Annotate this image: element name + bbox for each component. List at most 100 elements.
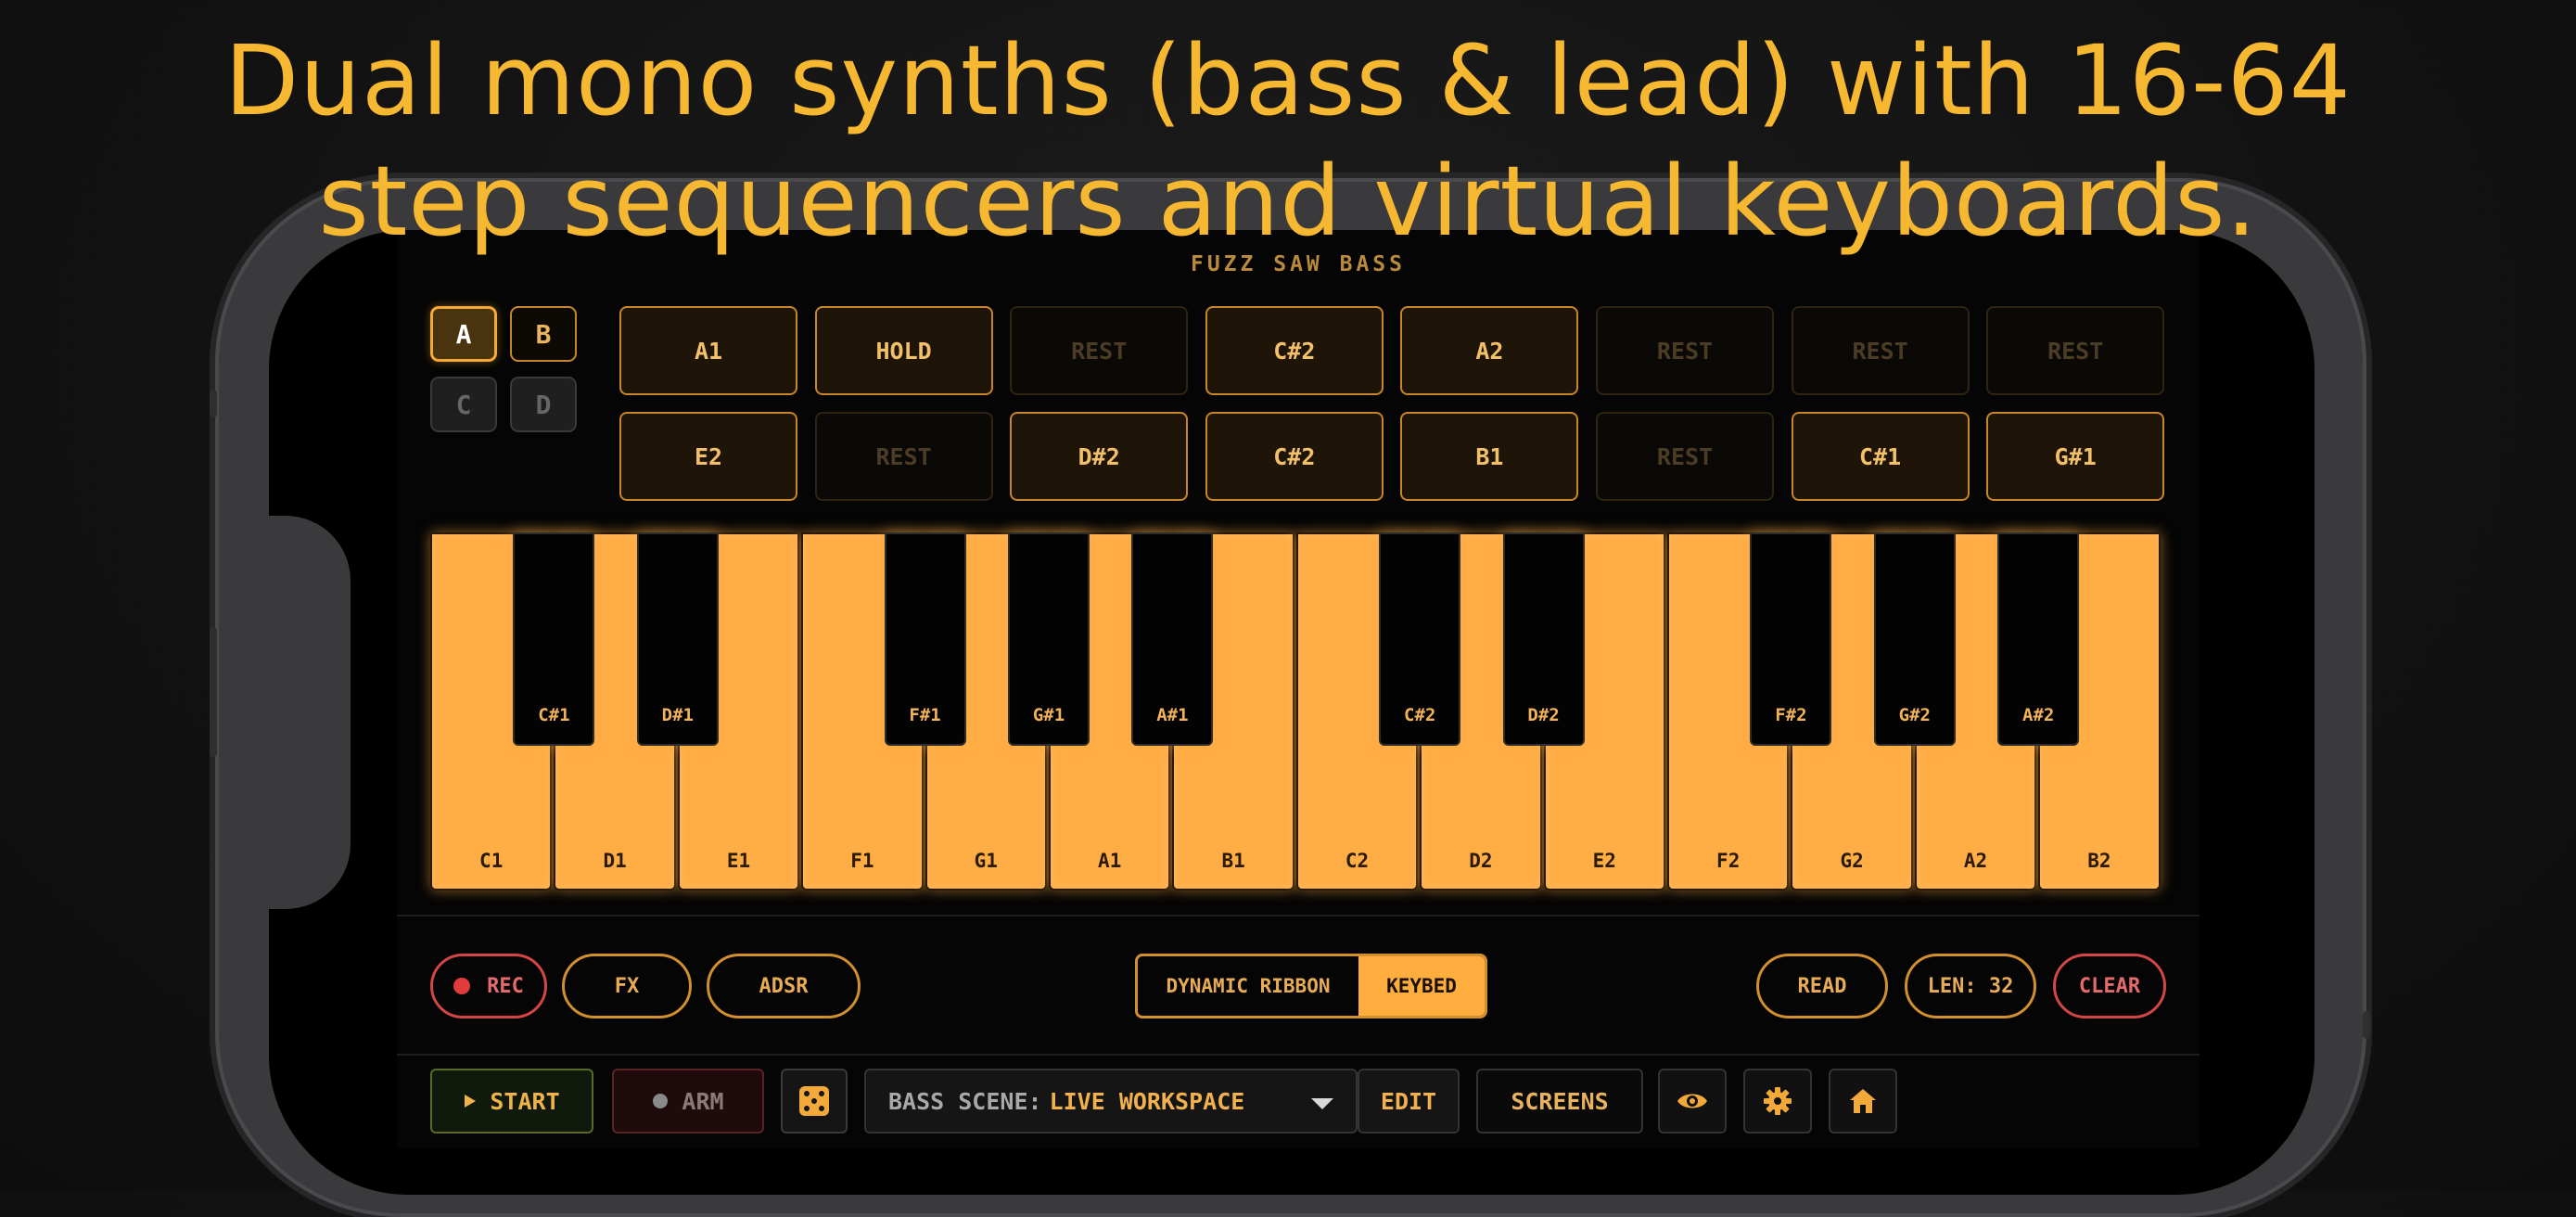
sequencer-step[interactable]: REST (1791, 306, 1970, 395)
black-key[interactable]: C#2 (1379, 532, 1461, 746)
adsr-button[interactable]: ADSR (707, 954, 861, 1018)
black-key[interactable]: G#1 (1008, 532, 1090, 746)
key-label: D#2 (1527, 705, 1560, 725)
phone-notch (269, 516, 351, 909)
phone-side-button (2363, 1011, 2370, 1039)
sequencer-step[interactable]: A2 (1400, 306, 1579, 395)
key-label: G1 (974, 850, 998, 872)
home-icon (1850, 1089, 1876, 1113)
key-label: E2 (1592, 850, 1616, 872)
black-key[interactable]: F#1 (884, 532, 966, 746)
synth-app: FUZZ SAW BASS ABCD A1 HOLD REST C#2 A2 REST RE… (397, 230, 2200, 1148)
sequencer-step[interactable]: REST (814, 412, 993, 501)
black-key[interactable]: A#1 (1131, 532, 1214, 746)
key-label: D#1 (661, 705, 694, 725)
key-label: D2 (1469, 850, 1493, 872)
headline-line-2: step sequencers and virtual keyboards. (318, 145, 2258, 258)
phone-side-button (210, 627, 217, 757)
key-label: B1 (1221, 850, 1245, 872)
divider (397, 1054, 2200, 1056)
settings-button[interactable] (1743, 1069, 1812, 1134)
read-label: READ (1797, 974, 1847, 998)
phone-side-button (210, 390, 217, 417)
sequencer-step[interactable]: A1 (619, 306, 797, 395)
sequencer-step[interactable]: G#1 (1986, 412, 2165, 501)
black-key[interactable]: D#1 (636, 532, 719, 746)
home-button[interactable] (1829, 1069, 1897, 1134)
key-label: C1 (479, 850, 504, 872)
key-label: F1 (850, 850, 874, 872)
rec-label: REC (487, 974, 524, 998)
sequencer-step[interactable]: REST (1596, 306, 1774, 395)
key-label: A#2 (2022, 705, 2055, 725)
virtual-keyboard: C1 D1 E1 F1 G1 A1 B1 C2 D2 E2 F2 G2 A2 B2 C#1 D#1 F#1 G#1… (430, 532, 2162, 892)
key-label: G#2 (1898, 705, 1931, 725)
screens-button[interactable]: SCREENS (1476, 1069, 1643, 1134)
scene-selector[interactable]: BASS SCENE: LIVE WORKSPACE (864, 1069, 1358, 1134)
dice-icon (799, 1086, 829, 1116)
read-button[interactable]: READ (1756, 954, 1888, 1018)
start-label: START (490, 1087, 560, 1115)
pattern-button-d[interactable]: D (510, 377, 577, 432)
start-button[interactable]: START (430, 1069, 593, 1134)
sequencer-step[interactable]: B1 (1400, 412, 1579, 501)
pattern-button-a[interactable]: A (430, 306, 497, 362)
marketing-headline: Dual mono synths (bass & lead) with 16-6… (0, 20, 2576, 262)
edit-label: EDIT (1380, 1087, 1437, 1115)
key-label: B2 (2087, 850, 2111, 872)
key-label: E1 (726, 850, 751, 872)
black-key[interactable]: D#2 (1502, 532, 1585, 746)
key-label: F#2 (1775, 705, 1807, 725)
sequencer-step[interactable]: REST (1010, 306, 1189, 395)
key-label: A#1 (1156, 705, 1189, 725)
black-key[interactable]: G#2 (1873, 532, 1956, 746)
black-key[interactable]: A#2 (1997, 532, 2080, 746)
clear-label: CLEAR (2078, 974, 2141, 998)
divider (397, 915, 2200, 916)
length-label: LEN: 32 (1927, 974, 2014, 998)
key-label: F2 (1716, 850, 1741, 872)
adsr-label: ADSR (759, 974, 809, 998)
headline-line-1: Dual mono synths (bass & lead) with 16-6… (224, 24, 2352, 137)
sequencer-step[interactable]: C#1 (1791, 412, 1970, 501)
key-label: C#1 (538, 705, 570, 725)
record-dot-icon (453, 978, 471, 994)
black-key[interactable]: F#2 (1750, 532, 1832, 746)
black-key[interactable]: C#1 (513, 532, 595, 746)
scene-value: LIVE WORKSPACE (1049, 1087, 1245, 1115)
sequencer-step[interactable]: D#2 (1010, 412, 1189, 501)
pattern-button-c[interactable]: C (430, 377, 497, 432)
fx-button[interactable]: FX (562, 954, 692, 1018)
length-button[interactable]: LEN: 32 (1905, 954, 2036, 1018)
arm-label: ARM (682, 1087, 724, 1115)
clear-button[interactable]: CLEAR (2053, 954, 2166, 1018)
key-label: F#1 (909, 705, 941, 725)
sequencer-step[interactable]: REST (1986, 306, 2165, 395)
edit-scene-button[interactable]: EDIT (1358, 1069, 1460, 1134)
sequencer-step[interactable]: C#2 (1205, 412, 1384, 501)
record-dot-icon (653, 1094, 669, 1108)
view-button[interactable] (1658, 1069, 1727, 1134)
key-label: A1 (1098, 850, 1122, 872)
key-label: C#2 (1404, 705, 1436, 725)
key-label: G#1 (1032, 705, 1065, 725)
mode-dynamic-ribbon[interactable]: DYNAMIC RIBBON (1138, 956, 1358, 1016)
mode-keybed[interactable]: KEYBED (1358, 956, 1485, 1016)
sequencer-step[interactable]: HOLD (814, 306, 993, 395)
eye-icon (1677, 1094, 1707, 1108)
randomize-button[interactable] (781, 1069, 848, 1134)
pattern-button-b[interactable]: B (510, 306, 577, 362)
arm-button[interactable]: ARM (612, 1069, 764, 1134)
screens-label: SCREENS (1511, 1087, 1609, 1115)
gear-icon (1764, 1087, 1792, 1115)
chevron-down-icon (1311, 1098, 1333, 1109)
play-icon (465, 1095, 477, 1108)
sequencer-step[interactable]: REST (1596, 412, 1774, 501)
sequencer-step[interactable]: C#2 (1205, 306, 1384, 395)
scene-label: BASS SCENE: (888, 1087, 1042, 1115)
rec-button[interactable]: REC (430, 954, 547, 1018)
key-label: G2 (1840, 850, 1864, 872)
key-label: A2 (1963, 850, 1988, 872)
fx-label: FX (614, 974, 640, 998)
sequencer-step[interactable]: E2 (619, 412, 797, 501)
